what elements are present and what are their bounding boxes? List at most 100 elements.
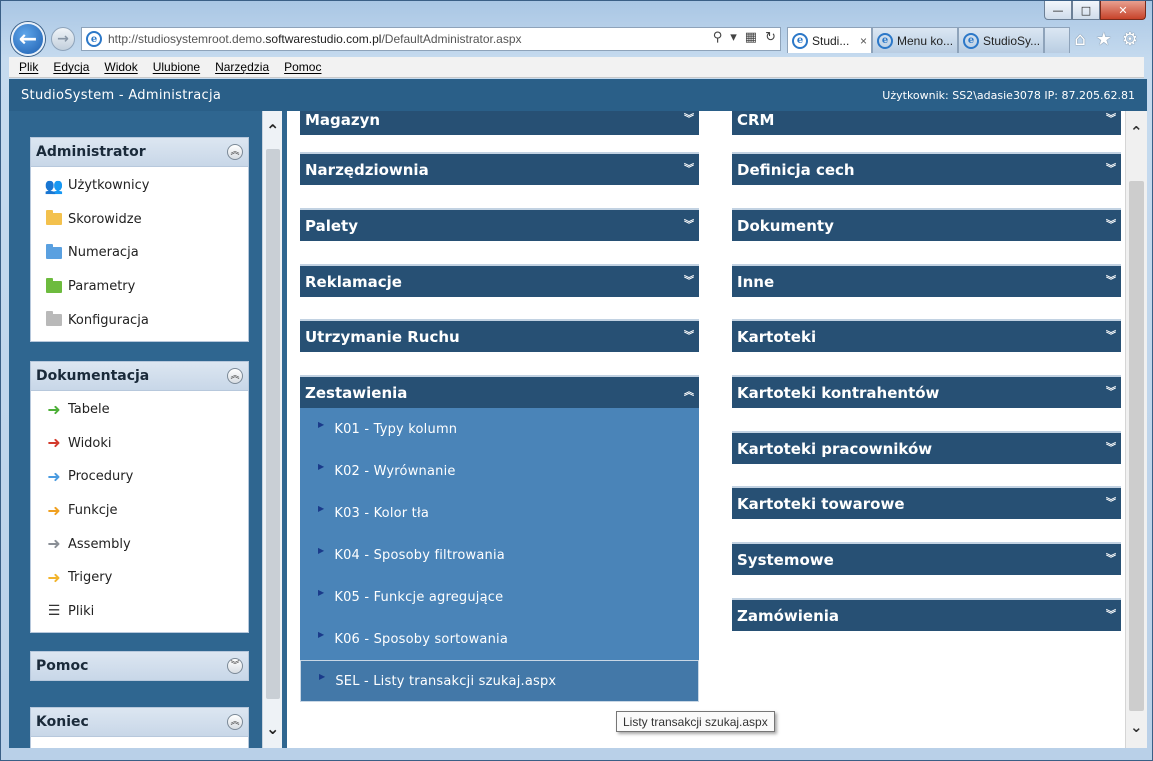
scroll-down-icon[interactable]: ⌄ (1130, 718, 1143, 736)
list-item-label: K04 - Sposoby filtrowania (334, 547, 505, 563)
window-controls: — □ ✕ (1044, 1, 1146, 20)
bullet-triangle-icon: ▶ (318, 419, 325, 429)
list-icon: ☰ (47, 603, 61, 620)
list-item-k05[interactable]: ▶ K05 - Funkcje agregujące (300, 576, 699, 618)
new-tab-button[interactable] (1044, 27, 1070, 53)
sidebar-item-assembly[interactable]: ➜ Assembly (31, 527, 248, 561)
sidebar-scrollbar[interactable]: ⌃ ⌄ (262, 111, 282, 748)
chevron-down-icon: ︾ (1106, 609, 1116, 621)
tab-studio-active[interactable]: e Studi... × (787, 27, 872, 53)
panel-header-dokumentacja[interactable]: Dokumentacja ︽ (30, 361, 249, 391)
folder-icon (46, 243, 62, 260)
content-scrollbar[interactable]: ⌃ ⌄ (1125, 111, 1147, 748)
list-item-label: K06 - Sposoby sortowania (334, 631, 508, 647)
sidebar-item-uzytkownicy[interactable]: 👥 Użytkownicy (31, 169, 248, 203)
sidebar-item-procedury[interactable]: ➜ Procedury (31, 460, 248, 494)
chevron-down-icon: ︾ (1106, 275, 1116, 287)
sidebar-item-funkcje[interactable]: ➜ Funkcje (31, 494, 248, 528)
menu-widok[interactable]: Widok (104, 60, 137, 74)
menu-plik[interactable]: Plik (19, 60, 38, 74)
section-title: Systemowe (737, 550, 834, 569)
scroll-up-icon[interactable]: ⌃ (266, 121, 279, 140)
forward-button[interactable]: → (51, 27, 75, 51)
section-title: Zestawienia (305, 383, 408, 402)
bullet-triangle-icon: ▶ (318, 545, 325, 555)
sidebar-item-konfiguracja[interactable]: Konfiguracja (31, 303, 248, 337)
address-bar[interactable]: e http://studiosystemroot.demo.softwares… (81, 27, 781, 51)
section-definicja-cech[interactable]: Definicja cech ︾ (732, 152, 1121, 185)
panel-pomoc: Pomoc ︾ (30, 651, 249, 681)
sidebar-item-label: Tabele (68, 402, 110, 418)
sidebar-item-widoki[interactable]: ➜ Widoki (31, 427, 248, 461)
section-narzedziownia[interactable]: Narzędziownia ︾ (300, 152, 699, 185)
sidebar-item-trigery[interactable]: ➜ Trigery (31, 561, 248, 595)
sidebar-item-skorowidze[interactable]: Skorowidze (31, 203, 248, 237)
collapse-up-icon[interactable]: ︽ (227, 714, 243, 730)
section-utrzymanie-ruchu[interactable]: Utrzymanie Ruchu ︾ (300, 319, 699, 352)
list-item-k01[interactable]: ▶ K01 - Typy kolumn (300, 408, 699, 450)
section-title: Utrzymanie Ruchu (305, 327, 460, 346)
close-window-button[interactable]: ✕ (1100, 1, 1146, 20)
panel-title: Koniec (36, 714, 89, 730)
chevron-down-icon: ︾ (684, 330, 694, 342)
refresh-icon[interactable]: ↻ (765, 30, 776, 45)
list-item-sel[interactable]: ▶ SEL - Listy transakcji szukaj.aspx (300, 660, 699, 702)
panel-header-pomoc[interactable]: Pomoc ︾ (30, 651, 249, 681)
section-title: Reklamacje (305, 272, 402, 291)
menu-edycja[interactable]: Edycja (53, 60, 89, 74)
url-text[interactable]: http://studiosystemroot.demo.softwarestu… (108, 32, 522, 46)
section-kartoteki-pracownikow[interactable]: Kartoteki pracowników ︾ (732, 431, 1121, 464)
section-crm[interactable]: CRM ︾ (732, 111, 1121, 135)
section-magazyn[interactable]: Magazyn ︾ (300, 111, 699, 135)
list-item-k03[interactable]: ▶ K03 - Kolor tła (300, 492, 699, 534)
scroll-up-icon[interactable]: ⌃ (1130, 123, 1143, 141)
back-button[interactable]: ← (11, 22, 45, 56)
search-icon[interactable]: ⚲ (713, 30, 723, 45)
sidebar-item-tabele[interactable]: ➜ Tabele (31, 393, 248, 427)
section-kartoteki-towarowe[interactable]: Kartoteki towarowe ︾ (732, 486, 1121, 519)
bullet-triangle-icon: ▶ (318, 629, 325, 639)
sidebar-item-numeracja[interactable]: Numeracja (31, 236, 248, 270)
panel-header-administrator[interactable]: Administrator ︽ (30, 137, 249, 167)
sidebar-item-pliki[interactable]: ☰ Pliki (31, 595, 248, 629)
list-item-k02[interactable]: ▶ K02 - Wyrównanie (300, 450, 699, 492)
menu-pomoc[interactable]: Pomoc (284, 60, 321, 74)
menu-ulubione[interactable]: Ulubione (153, 60, 200, 74)
section-reklamacje[interactable]: Reklamacje ︾ (300, 264, 699, 297)
bullet-triangle-icon: ▶ (318, 587, 325, 597)
menu-narzedzia[interactable]: Narzędzia (215, 60, 269, 74)
section-kartoteki-kontrahentow[interactable]: Kartoteki kontrahentów ︾ (732, 375, 1121, 408)
collapse-up-icon[interactable]: ︽ (227, 368, 243, 384)
gear-icon[interactable]: ⚙ (1122, 29, 1138, 50)
ie-page-icon: e (86, 31, 102, 47)
section-kartoteki[interactable]: Kartoteki ︾ (732, 319, 1121, 352)
minimize-button[interactable]: — (1044, 1, 1072, 20)
sidebar-item-parametry[interactable]: Parametry (31, 270, 248, 304)
content-scroll-thumb[interactable] (1129, 181, 1144, 711)
sidebar-scroll-thumb[interactable] (266, 149, 280, 699)
tab-close-icon[interactable]: × (860, 34, 867, 48)
maximize-button[interactable]: □ (1072, 1, 1100, 20)
tab-menu[interactable]: e Menu ko... (872, 27, 958, 53)
home-icon[interactable]: ⌂ (1074, 29, 1085, 50)
panel-header-koniec[interactable]: Koniec ︽ (30, 707, 249, 737)
arrow-right-icon: ➜ (47, 534, 61, 554)
section-inne[interactable]: Inne ︾ (732, 264, 1121, 297)
list-item-k06[interactable]: ▶ K06 - Sposoby sortowania (300, 618, 699, 660)
expand-down-icon[interactable]: ︾ (227, 658, 243, 674)
chevron-down-icon: ︾ (684, 219, 694, 231)
tab-studiosystem[interactable]: e StudioSy... (958, 27, 1044, 53)
dropdown-icon[interactable]: ▾ (730, 30, 737, 45)
list-item-k04[interactable]: ▶ K04 - Sposoby filtrowania (300, 534, 699, 576)
compat-view-icon[interactable]: ▦ (745, 30, 757, 45)
scroll-down-icon[interactable]: ⌄ (266, 719, 279, 738)
section-palety[interactable]: Palety ︾ (300, 208, 699, 241)
section-systemowe[interactable]: Systemowe ︾ (732, 542, 1121, 575)
section-dokumenty[interactable]: Dokumenty ︾ (732, 208, 1121, 241)
section-zestawienia[interactable]: Zestawienia ︽ (300, 375, 699, 408)
collapse-up-icon[interactable]: ︽ (227, 144, 243, 160)
section-zamowienia[interactable]: Zamówienia ︾ (732, 598, 1121, 631)
favorites-star-icon[interactable]: ★ (1096, 29, 1112, 50)
bullet-triangle-icon: ▶ (318, 503, 325, 513)
arrow-right-icon: ➜ (47, 466, 61, 486)
